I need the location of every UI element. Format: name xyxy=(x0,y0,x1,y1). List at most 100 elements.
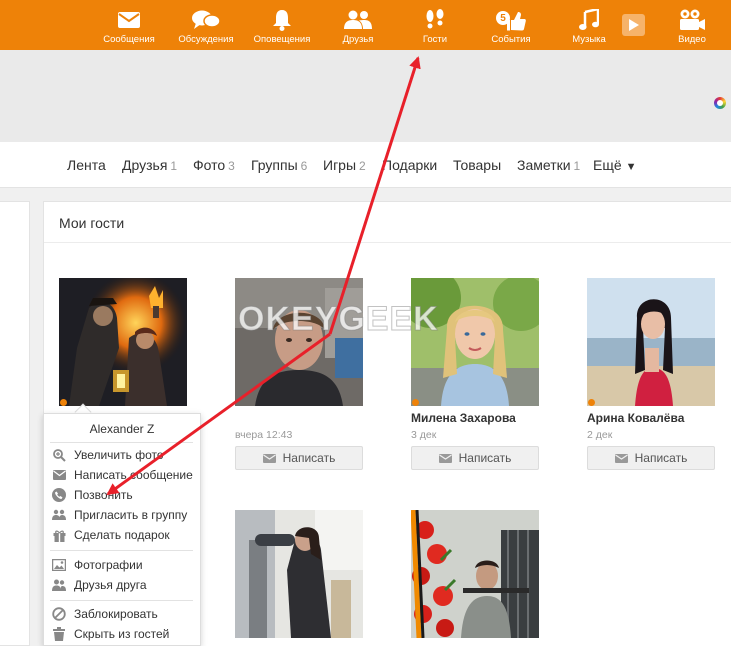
nav-label: События xyxy=(491,34,531,45)
tab-label: Игры xyxy=(323,157,357,173)
menu-item-send-gift[interactable]: Сделать подарок xyxy=(52,526,170,544)
tab-games[interactable]: Игры 2 xyxy=(323,157,366,173)
envelope-icon xyxy=(262,453,276,463)
tab-label: Группы xyxy=(251,157,298,173)
nav-events[interactable]: 5 События xyxy=(488,0,534,50)
tab-more[interactable]: Ещё ▼ xyxy=(593,157,637,173)
menu-item-block[interactable]: Заблокировать xyxy=(52,605,158,623)
nav-label: Обсуждения xyxy=(178,34,234,45)
online-status-dot xyxy=(412,399,419,406)
group-invite-icon xyxy=(52,508,66,522)
watermark: OKEYGEEK xyxy=(238,300,439,339)
gift-icon xyxy=(52,528,66,542)
nav-label: Оповещения xyxy=(253,34,311,45)
write-message-button[interactable]: Написать xyxy=(411,446,539,470)
envelope-icon xyxy=(118,9,140,31)
color-wheel-icon[interactable] xyxy=(714,97,726,109)
panel-title: Мои гости xyxy=(59,215,125,231)
tab-label: Заметки xyxy=(517,157,571,173)
people-icon xyxy=(344,9,372,31)
nav-label: Друзья xyxy=(342,34,374,45)
tab-gifts[interactable]: Подарки xyxy=(382,157,437,173)
block-icon xyxy=(52,607,66,621)
menu-item-label: Позвонить xyxy=(74,488,133,502)
tab-label: Друзья xyxy=(122,157,168,173)
guest-avatar[interactable] xyxy=(59,278,187,406)
play-icon[interactable] xyxy=(622,14,645,36)
nav-friends[interactable]: Друзья xyxy=(337,0,379,50)
menu-item-label: Друзья друга xyxy=(74,578,147,592)
nav-label: Музыка xyxy=(572,34,606,45)
phone-icon xyxy=(52,488,66,502)
menu-item-hide-from-guests[interactable]: Скрыть из гостей xyxy=(52,625,169,643)
tab-feed[interactable]: Лента xyxy=(67,157,106,173)
tab-label: Ещё xyxy=(593,157,622,173)
menu-item-write-message[interactable]: Написать сообщение xyxy=(52,466,193,484)
chevron-down-icon: ▼ xyxy=(625,161,637,173)
menu-item-friends-of-friend[interactable]: Друзья друга xyxy=(52,576,147,594)
tab-label: Лента xyxy=(67,157,106,173)
speech-bubbles-icon xyxy=(192,9,220,31)
film-camera-icon xyxy=(678,9,706,31)
nav-guests[interactable]: Гости xyxy=(418,0,452,50)
nav-video[interactable]: Видео xyxy=(673,0,711,50)
guest-name[interactable]: Арина Ковалёва xyxy=(587,411,684,425)
divider xyxy=(50,600,193,601)
zoom-in-icon xyxy=(52,448,66,462)
bell-icon xyxy=(272,9,292,31)
menu-item-invite-group[interactable]: Пригласить в группу xyxy=(52,506,187,524)
nav-discussions[interactable]: Обсуждения xyxy=(174,0,238,50)
menu-item-label: Скрыть из гостей xyxy=(74,627,170,641)
menu-title: Alexander Z xyxy=(89,422,155,436)
tab-photos[interactable]: Фото 3 xyxy=(193,157,235,173)
guest-context-menu: Alexander Z Увеличить фото Написать сооб… xyxy=(43,413,201,646)
guest-visit-date: вчера 12:43 xyxy=(235,429,293,441)
guest-avatar[interactable] xyxy=(411,278,539,406)
button-label: Написать xyxy=(458,451,512,465)
tab-label: Фото xyxy=(193,157,226,173)
menu-item-zoom-photo[interactable]: Увеличить фото xyxy=(52,446,164,464)
tab-count: 1 xyxy=(170,159,178,173)
guest-avatar[interactable] xyxy=(235,510,363,638)
menu-item-label: Заблокировать xyxy=(74,607,158,621)
write-message-button[interactable]: Написать xyxy=(235,446,363,470)
envelope-icon xyxy=(52,468,66,482)
tab-count: 6 xyxy=(300,159,308,173)
guest-visit-date: 2 дек xyxy=(587,429,613,441)
tab-groups[interactable]: Группы 6 xyxy=(251,157,307,173)
menu-item-photos[interactable]: Фотографии xyxy=(52,556,143,574)
tab-count: 2 xyxy=(359,159,366,173)
write-message-button[interactable]: Написать xyxy=(587,446,715,470)
envelope-icon xyxy=(438,453,452,463)
events-count-badge: 5 xyxy=(496,11,510,25)
nav-label: Сообщения xyxy=(103,34,155,45)
nav-messages[interactable]: Сообщения xyxy=(100,0,158,50)
divider xyxy=(50,442,193,443)
menu-item-call[interactable]: Позвонить xyxy=(52,486,133,504)
divider xyxy=(50,550,193,551)
friends-icon xyxy=(52,578,66,592)
guest-avatar[interactable] xyxy=(587,278,715,406)
menu-item-label: Увеличить фото xyxy=(74,448,164,462)
divider xyxy=(44,242,731,243)
nav-music[interactable]: Музыка xyxy=(569,0,609,50)
music-note-icon xyxy=(579,9,599,31)
guest-avatar[interactable] xyxy=(411,510,539,638)
menu-item-label: Написать сообщение xyxy=(74,468,193,482)
guest-name[interactable]: Милена Захарова xyxy=(411,411,516,425)
tab-friends[interactable]: Друзья 1 xyxy=(122,157,177,173)
profile-cover-area xyxy=(0,50,731,142)
button-label: Написать xyxy=(634,451,688,465)
trash-icon xyxy=(52,627,66,641)
guest-avatar[interactable] xyxy=(235,278,363,406)
profile-tabs: Лента Друзья 1 Фото 3 Группы 6 Игры 2 Подарк… xyxy=(0,142,731,188)
menu-item-label: Пригласить в группу xyxy=(74,508,188,522)
footprints-icon xyxy=(424,9,446,31)
tab-notes[interactable]: Заметки 1 xyxy=(517,157,580,173)
button-label: Написать xyxy=(282,451,336,465)
tab-goods[interactable]: Товары xyxy=(453,157,501,173)
tab-label: Подарки xyxy=(382,157,438,173)
nav-label: Гости xyxy=(422,34,448,45)
nav-notifications[interactable]: Оповещения xyxy=(250,0,314,50)
online-status-dot xyxy=(60,399,67,406)
